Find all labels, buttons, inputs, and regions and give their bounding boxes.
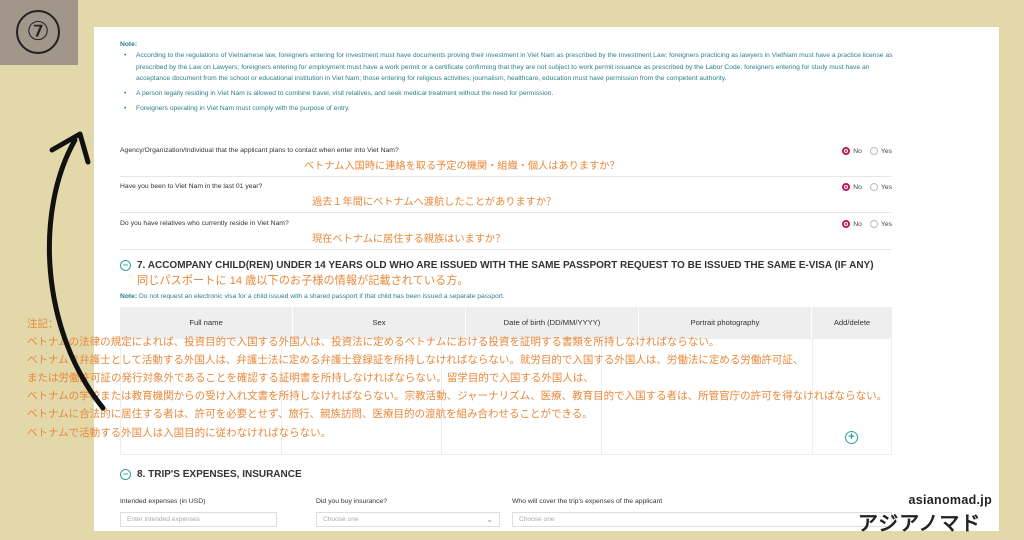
insurance-select[interactable]: Choose one ⌄ (316, 512, 500, 527)
radio-dot[interactable] (869, 183, 878, 191)
radio-dot[interactable] (869, 220, 878, 228)
radio-label: Yes (880, 220, 892, 228)
jp-line: ベトナムで活動する外国人は入国目的に従わなければならない。 (27, 426, 332, 439)
note-item: According to the regulations of Vietname… (120, 50, 900, 84)
intended-expenses-input[interactable]: Enter intended expenses (120, 512, 277, 527)
note-item: Foreigners operating in Viet Nam must co… (120, 103, 900, 115)
radio-label: No (853, 183, 862, 191)
radio-label: No (853, 220, 862, 228)
section-7-jp-annotation: 同じパスポートに 14 歳以下のお子様の情報が記載されている方。 (137, 275, 469, 287)
radio-no[interactable]: No (842, 183, 862, 191)
question-jp-annotation: 現在ベトナムに居住する親族はいますか？ (312, 234, 506, 245)
radio-yes[interactable]: Yes (869, 220, 892, 228)
jp-line: ベトナムに合法的に居住する者は、許可を必要とせず、旅行、親族訪問、医療目的の渡航… (27, 408, 593, 421)
field-label: Who will cover the trip's expenses of th… (512, 498, 663, 505)
radio-label: No (853, 147, 862, 155)
radio-group: No Yes (842, 183, 892, 191)
question-jp-annotation: ベトナム入国時に連絡を取る予定の機関・組織・個人はありますか？ (304, 161, 620, 172)
chevron-down-icon: ⌄ (486, 515, 493, 524)
radio-group: No Yes (842, 220, 892, 228)
note-title: Note: (120, 41, 138, 48)
section-8-title: 8. TRIP'S EXPENSES, INSURANCE (137, 469, 302, 480)
question-jp-annotation: 過去１年間にベトナムへ渡航したことがありますか？ (312, 197, 557, 208)
radio-no[interactable]: No (842, 220, 862, 228)
visa-form-page: Note: According to the regulations of Vi… (94, 27, 999, 531)
step-number: ⑦ (16, 10, 60, 54)
jp-line: ベトナムの学校または教育機関からの受け入れ文書を所持しなければならない。宗教活動… (27, 390, 888, 403)
note-block: Note: According to the regulations of Vi… (120, 39, 900, 119)
radio-dot-selected[interactable] (842, 147, 851, 155)
field-label: Intended expenses (in USD) (120, 498, 206, 505)
brand-logo: asianomad.jp アジアノマド (858, 493, 1008, 535)
brand-kana: アジアノマド (858, 513, 982, 535)
note-item: A person legally residing in Viet Nam is… (120, 88, 900, 100)
section-7-header[interactable]: − 7. ACCOMPANY CHILD(REN) UNDER 14 YEARS… (120, 260, 900, 271)
section-7-title: 7. ACCOMPANY CHILD(REN) UNDER 14 YEARS O… (137, 260, 874, 271)
note-text: Do not request an electronic visa for a … (138, 293, 505, 300)
radio-group: No Yes (842, 147, 892, 155)
section-8: − 8. TRIP'S EXPENSES, INSURANCE (120, 469, 900, 480)
radio-dot-selected[interactable] (842, 183, 851, 191)
insurance-field: Did you buy insurance? Choose one ⌄ (316, 498, 500, 527)
jp-line: ベトナムの法律の規定によれば、投資目的で入国する外国人は、投資法に定めるベトナム… (27, 336, 720, 349)
question-label: Agency/Organization/Individual that the … (120, 147, 399, 154)
question-contact-row: Agency/Organization/Individual that the … (120, 141, 892, 177)
radio-label: Yes (880, 183, 892, 191)
brand-url: asianomad.jp (908, 493, 992, 507)
section-7-note: Note: Do not request an electronic visa … (120, 293, 900, 300)
step-badge: ⑦ (0, 0, 78, 65)
question-relatives-row: Do you have relatives who currently resi… (120, 214, 892, 250)
cover-expenses-select[interactable]: Choose one (512, 512, 892, 527)
jp-line: または労働許可証の発行対象外であることを確認する証明書を所持しなければならない。… (27, 372, 594, 385)
radio-yes[interactable]: Yes (869, 147, 892, 155)
section-7: − 7. ACCOMPANY CHILD(REN) UNDER 14 YEARS… (120, 260, 900, 300)
collapse-minus-icon[interactable]: − (120, 260, 131, 271)
jp-line: 注記： (27, 318, 59, 330)
select-placeholder: Choose one (323, 516, 359, 523)
radio-label: Yes (880, 147, 892, 155)
question-label: Have you been to Viet Nam in the last 01… (120, 183, 263, 190)
jp-line: ベトナムで弁護士として活動する外国人は、弁護士法に定める弁護士登録証を所持しなけ… (27, 354, 804, 367)
note-label: Note: (120, 293, 138, 300)
radio-no[interactable]: No (842, 147, 862, 155)
intended-expenses-field: Intended expenses (in USD) Enter intende… (120, 498, 277, 527)
jp-translation-overlay: 注記： ベトナムの法律の規定によれば、投資目的で入国する外国人は、投資法に定める… (27, 315, 897, 442)
field-label: Did you buy insurance? (316, 498, 388, 505)
cover-expenses-field: Who will cover the trip's expenses of th… (512, 498, 892, 527)
radio-dot[interactable] (869, 147, 878, 155)
question-label: Do you have relatives who currently resi… (120, 220, 289, 227)
section-8-header[interactable]: − 8. TRIP'S EXPENSES, INSURANCE (120, 469, 900, 480)
radio-dot-selected[interactable] (842, 220, 851, 228)
radio-yes[interactable]: Yes (869, 183, 892, 191)
question-visited-row: Have you been to Viet Nam in the last 01… (120, 177, 892, 213)
collapse-minus-icon[interactable]: − (120, 469, 131, 480)
